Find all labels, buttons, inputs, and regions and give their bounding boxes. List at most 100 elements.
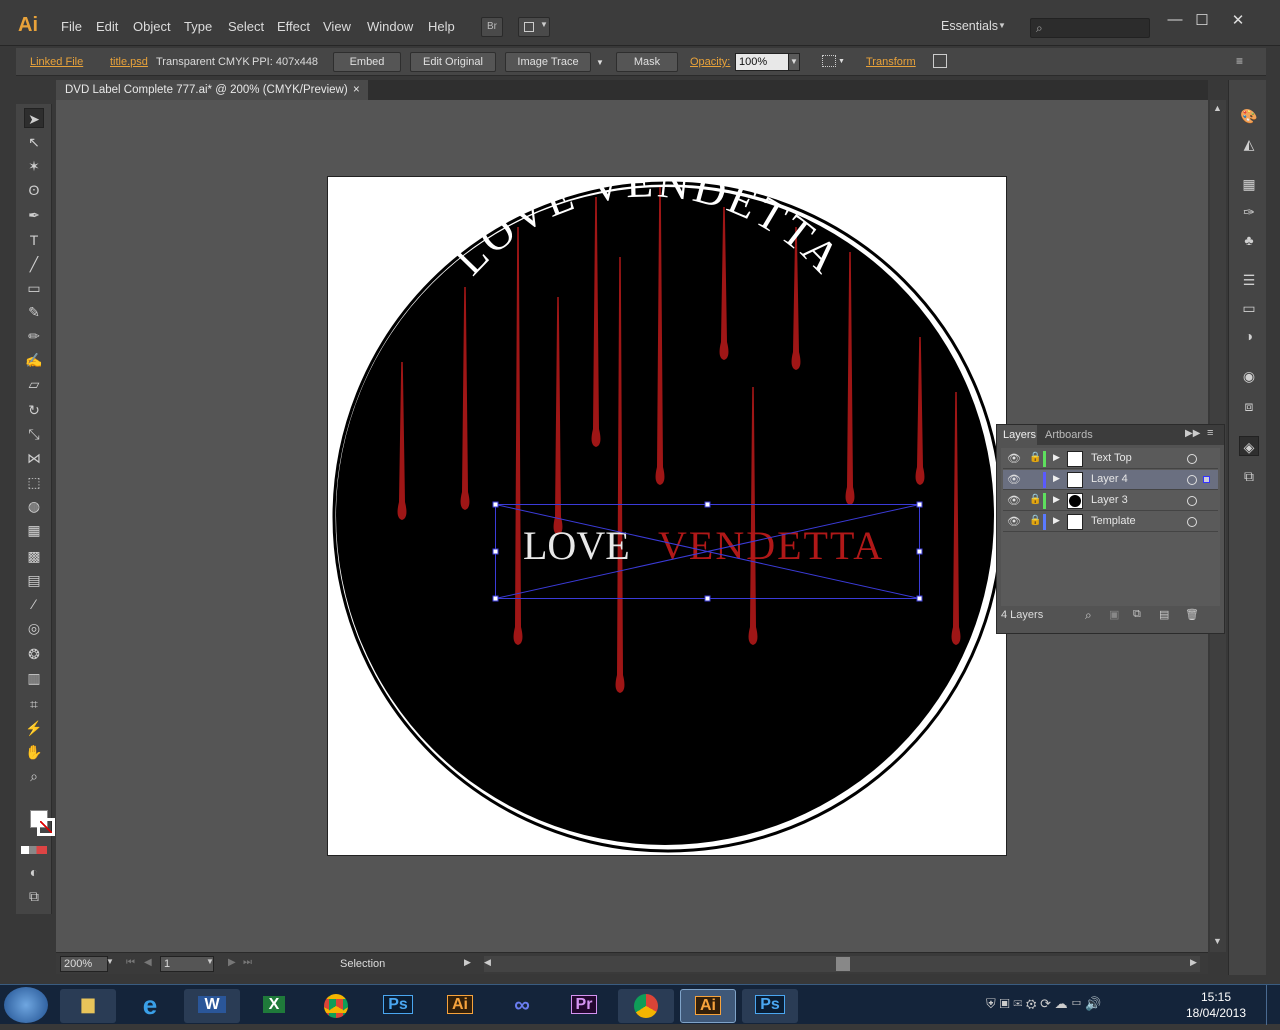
- selection-tool-icon[interactable]: ➤: [24, 108, 44, 128]
- shape-builder-tool-icon[interactable]: ◍: [24, 496, 44, 516]
- previous-artboard-icon[interactable]: ◀: [144, 957, 152, 968]
- image-trace-button[interactable]: Image Trace: [505, 52, 591, 72]
- layer-name[interactable]: Text Top: [1091, 452, 1132, 464]
- handle-middle-left[interactable]: [492, 548, 499, 555]
- layer-row-layer-3[interactable]: 👁 🔒 ▶ Layer 3: [1003, 491, 1218, 511]
- taskbar-word[interactable]: W: [184, 989, 240, 1023]
- close-button[interactable]: ✕: [1226, 11, 1250, 29]
- menu-select[interactable]: Select: [228, 19, 264, 34]
- expand-triangle-icon[interactable]: ▶: [1053, 494, 1060, 505]
- mask-button[interactable]: Mask: [616, 52, 678, 72]
- arrange-documents-button[interactable]: ▼: [518, 17, 550, 37]
- workspace-switcher[interactable]: Essentials: [941, 19, 998, 33]
- blend-tool-icon[interactable]: ◎: [24, 618, 44, 638]
- lock-icon[interactable]: 🔒: [1029, 494, 1041, 505]
- start-button[interactable]: [4, 987, 48, 1023]
- tab-layers[interactable]: Layers: [997, 425, 1037, 445]
- target-icon[interactable]: [1187, 517, 1197, 527]
- target-icon[interactable]: [1187, 454, 1197, 464]
- handle-top-right[interactable]: [916, 501, 923, 508]
- expand-triangle-icon[interactable]: ▶: [1053, 473, 1060, 484]
- layer-row-template[interactable]: 👁 🔒 ▶ Template: [1003, 512, 1218, 532]
- menu-edit[interactable]: Edit: [96, 19, 118, 34]
- direct-selection-tool-icon[interactable]: ↖: [24, 132, 44, 152]
- line-tool-icon[interactable]: ╱: [24, 254, 44, 274]
- delete-layer-icon[interactable]: 🗑: [1185, 608, 1199, 621]
- lasso-tool-icon[interactable]: ʘ: [24, 180, 44, 200]
- taskbar-chrome[interactable]: [308, 989, 364, 1023]
- opacity-dropdown-icon[interactable]: ▼: [788, 53, 800, 71]
- stroke-icon[interactable]: ☰: [1239, 270, 1259, 290]
- swatches-icon[interactable]: ▦: [1239, 174, 1259, 194]
- recolor-chevron-icon[interactable]: ▼: [838, 58, 845, 65]
- minimize-button[interactable]: —: [1163, 11, 1187, 28]
- menu-object[interactable]: Object: [133, 19, 171, 34]
- taskbar-photoshop-2[interactable]: Ps: [742, 989, 798, 1023]
- linked-file-link[interactable]: Linked File: [30, 56, 83, 68]
- eyedropper-tool-icon[interactable]: ⁄: [24, 594, 44, 614]
- selection-indicator[interactable]: [1203, 476, 1210, 483]
- menu-file[interactable]: File: [61, 19, 82, 34]
- document-tab[interactable]: DVD Label Complete 777.ai* @ 200% (CMYK/…: [56, 80, 368, 100]
- menu-help[interactable]: Help: [428, 19, 455, 34]
- perspective-grid-tool-icon[interactable]: ▦: [24, 520, 44, 540]
- recolor-icon[interactable]: [822, 55, 836, 67]
- paintbrush-tool-icon[interactable]: ✎: [24, 302, 44, 322]
- screen-mode-icon[interactable]: ⧉: [24, 886, 44, 906]
- artboards-icon[interactable]: ⧉: [1239, 466, 1259, 486]
- new-sublayer-icon[interactable]: ⧉: [1133, 608, 1141, 621]
- transparency-icon[interactable]: ◑: [1239, 326, 1259, 346]
- file-name-link[interactable]: title.psd: [110, 56, 148, 68]
- locate-object-icon[interactable]: ⌕: [1085, 608, 1092, 623]
- hand-tool-icon[interactable]: ✋: [24, 742, 44, 762]
- make-clipping-mask-icon[interactable]: ▣: [1109, 608, 1119, 621]
- free-transform-tool-icon[interactable]: ⬚: [24, 472, 44, 492]
- tab-close-icon[interactable]: ×: [353, 80, 360, 100]
- first-artboard-icon[interactable]: ⏮: [126, 957, 135, 968]
- gradient-tool-icon[interactable]: ▤: [24, 570, 44, 590]
- symbol-sprayer-tool-icon[interactable]: ❂: [24, 644, 44, 664]
- horizontal-scrollbar[interactable]: ◀ ▶: [484, 956, 1200, 972]
- handle-bottom-right[interactable]: [916, 595, 923, 602]
- zoom-tool-icon[interactable]: ⌕: [24, 766, 44, 786]
- zoom-dropdown-icon[interactable]: ▼: [106, 957, 114, 966]
- new-layer-icon[interactable]: ▤: [1159, 608, 1169, 621]
- layer-name[interactable]: Layer 3: [1091, 494, 1128, 506]
- workspace-chevron-icon[interactable]: ▼: [998, 21, 1006, 30]
- zoom-field[interactable]: 200%: [60, 956, 108, 972]
- panel-menu-icon[interactable]: ≡: [1236, 54, 1243, 68]
- menu-window[interactable]: Window: [367, 19, 413, 34]
- last-artboard-icon[interactable]: ⏭: [243, 957, 252, 968]
- visibility-eye-icon[interactable]: 👁: [1007, 515, 1021, 528]
- expand-triangle-icon[interactable]: ▶: [1053, 452, 1060, 463]
- stroke-swatch[interactable]: [37, 818, 55, 836]
- layers-icon[interactable]: ◈: [1239, 436, 1259, 456]
- appearance-icon[interactable]: ◉: [1239, 366, 1259, 386]
- graphic-styles-icon[interactable]: ⧈: [1239, 396, 1259, 416]
- taskbar-internet-explorer[interactable]: e: [122, 989, 178, 1023]
- handle-bottom-middle[interactable]: [704, 595, 711, 602]
- scroll-thumb[interactable]: [836, 957, 850, 971]
- opacity-field[interactable]: 100%: [735, 53, 791, 71]
- tab-artboards[interactable]: Artboards: [1041, 425, 1093, 445]
- tray-icons[interactable]: ⛨ ▣ ✉ ⚙ ⟳ ☁ ▭ 🔊: [986, 996, 1101, 1012]
- pencil-tool-icon[interactable]: ✏: [24, 326, 44, 346]
- taskbar-infinity[interactable]: ∞: [494, 989, 550, 1023]
- artboard-tool-icon[interactable]: ⌗: [24, 694, 44, 714]
- taskbar-illustrator[interactable]: Ai: [432, 989, 488, 1023]
- handle-bottom-left[interactable]: [492, 595, 499, 602]
- scroll-up-icon[interactable]: ▲: [1213, 103, 1222, 113]
- layer-row-text-top[interactable]: 👁 🔒 ▶ Text Top: [1003, 449, 1218, 469]
- column-graph-tool-icon[interactable]: ▥: [24, 668, 44, 688]
- visibility-eye-icon[interactable]: 👁: [1007, 494, 1021, 507]
- isolate-icon[interactable]: [933, 54, 947, 68]
- gradient-icon[interactable]: ▭: [1239, 298, 1259, 318]
- lock-icon[interactable]: 🔒: [1029, 452, 1041, 463]
- slice-tool-icon[interactable]: ⚡: [24, 718, 44, 738]
- scroll-right-icon[interactable]: ▶: [1190, 957, 1197, 968]
- search-field[interactable]: ⌕: [1030, 18, 1150, 38]
- pen-tool-icon[interactable]: ✒: [24, 205, 44, 225]
- artboard-dropdown-icon[interactable]: ▼: [206, 957, 214, 966]
- scroll-down-icon[interactable]: ▼: [1213, 936, 1222, 946]
- color-icon[interactable]: 🎨: [1239, 106, 1259, 126]
